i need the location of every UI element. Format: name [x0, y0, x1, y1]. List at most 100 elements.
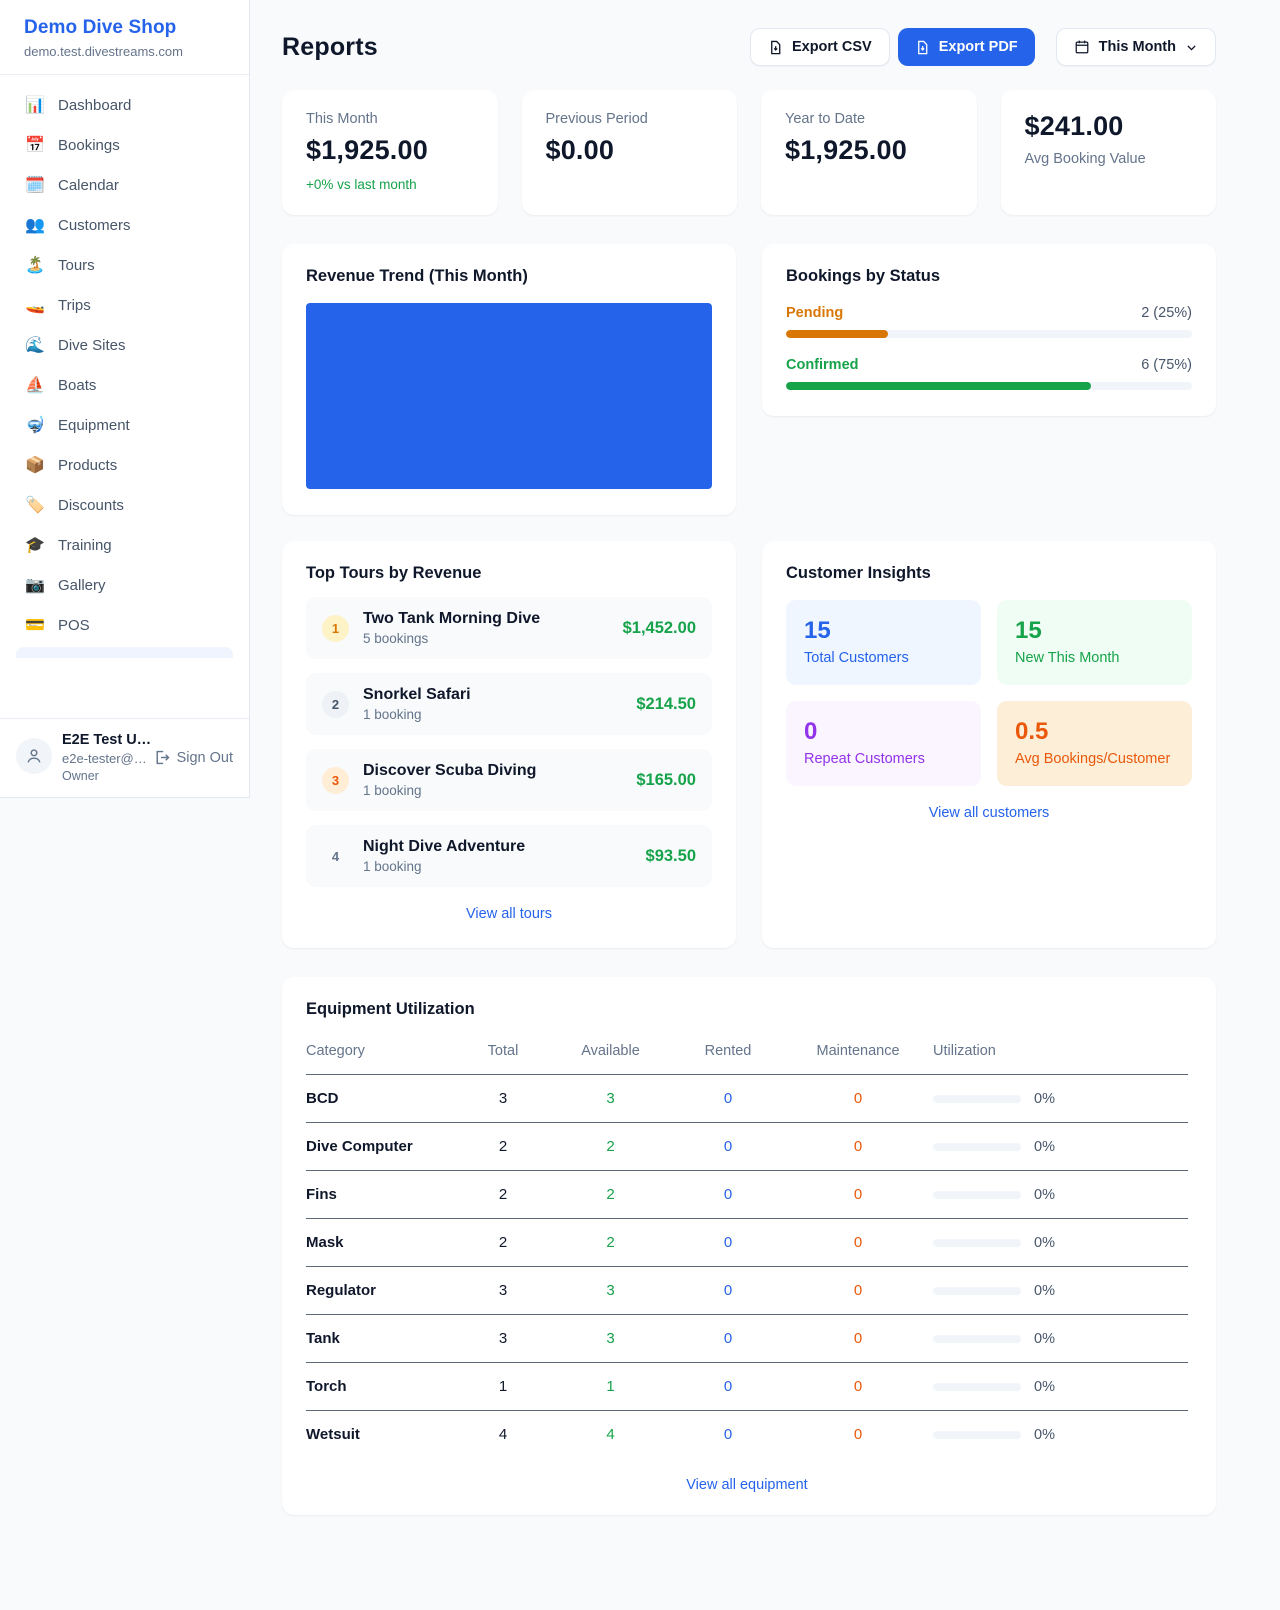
stat-value: $1,925.00 [785, 135, 953, 166]
customer-insights-card: Customer Insights 15 Total Customers 15 … [762, 541, 1216, 948]
sidebar-item-gallery[interactable]: 📷 Gallery [12, 565, 237, 605]
export-pdf-button[interactable]: Export PDF [898, 28, 1035, 66]
view-all-customers-link[interactable]: View all customers [786, 805, 1192, 821]
equipment-icon: 🤿 [25, 415, 45, 435]
tour-revenue: $1,452.00 [623, 619, 696, 638]
status-count: 2 (25%) [1141, 305, 1192, 321]
insight-label: New This Month [1015, 650, 1174, 666]
view-all-equipment-link[interactable]: View all equipment [306, 1477, 1188, 1493]
sidebar-item-bookings[interactable]: 📅 Bookings [12, 125, 237, 165]
trips-icon: 🚤 [25, 295, 45, 315]
equipment-rented: 0 [673, 1219, 783, 1267]
sidebar-item-label: Boats [58, 377, 96, 394]
utilization-bar-track [933, 1143, 1021, 1151]
utilization-percent: 0% [1034, 1379, 1055, 1395]
tours-icon: 🏝️ [25, 255, 45, 275]
sidebar-item-label: Customers [58, 217, 131, 234]
utilization-bar-track [933, 1191, 1021, 1199]
tour-name: Night Dive Adventure [363, 838, 525, 855]
sidebar-item-label: POS [58, 617, 90, 634]
insight-label: Avg Bookings/Customer [1015, 751, 1174, 767]
insight-value: 15 [804, 617, 963, 645]
sidebar-item-dive-sites[interactable]: 🌊 Dive Sites [12, 325, 237, 365]
sidebar-item-pos[interactable]: 💳 POS [12, 605, 237, 645]
utilization-percent: 0% [1034, 1187, 1055, 1203]
equipment-category: Regulator [306, 1267, 458, 1315]
equipment-maintenance: 0 [783, 1267, 933, 1315]
table-row: Torch 1 1 0 0 0% [306, 1363, 1188, 1411]
rank-badge: 3 [322, 767, 349, 794]
rank-badge: 4 [322, 843, 349, 870]
sidebar-item-label: Trips [58, 297, 91, 314]
equipment-maintenance: 0 [783, 1315, 933, 1363]
equipment-category: Dive Computer [306, 1123, 458, 1171]
insights-row: Top Tours by Revenue 1 Two Tank Morning … [282, 541, 1216, 948]
header-actions: Export CSV Export PDF This Month [750, 28, 1216, 66]
tour-bookings: 5 bookings [363, 631, 609, 646]
sidebar-item-boats[interactable]: ⛵ Boats [12, 365, 237, 405]
sidebar-item-equipment[interactable]: 🤿 Equipment [12, 405, 237, 445]
insight-label: Repeat Customers [804, 751, 963, 767]
insight-value: 0.5 [1015, 718, 1174, 746]
sidebar-item-customers[interactable]: 👥 Customers [12, 205, 237, 245]
insight-tile-avg-bookings: 0.5 Avg Bookings/Customer [997, 701, 1192, 786]
sidebar-column: Demo Dive Shop demo.test.divestreams.com… [0, 0, 250, 798]
equipment-available: 3 [548, 1267, 673, 1315]
calendar-icon: 🗓️ [25, 175, 45, 195]
dashboard-icon: 📊 [25, 95, 45, 115]
sidebar-item-label: Equipment [58, 417, 130, 434]
sidebar-item-calendar[interactable]: 🗓️ Calendar [12, 165, 237, 205]
equipment-rented: 0 [673, 1411, 783, 1459]
sidebar-item-trips[interactable]: 🚤 Trips [12, 285, 237, 325]
insight-tile-total-customers: 15 Total Customers [786, 600, 981, 685]
equipment-utilization-title: Equipment Utilization [306, 1000, 1188, 1019]
revenue-trend-chart [306, 303, 712, 489]
insight-value: 0 [804, 718, 963, 746]
stat-label: Avg Booking Value [1025, 151, 1193, 167]
equipment-available: 2 [548, 1219, 673, 1267]
export-csv-button[interactable]: Export CSV [750, 28, 890, 66]
tour-bookings: 1 booking [363, 707, 622, 722]
sidebar-item-tours[interactable]: 🏝️ Tours [12, 245, 237, 285]
utilization-percent: 0% [1034, 1331, 1055, 1347]
avatar [16, 738, 52, 774]
status-count: 6 (75%) [1141, 357, 1192, 373]
equipment-category: BCD [306, 1075, 458, 1123]
equipment-total: 3 [458, 1267, 548, 1315]
customer-insights-title: Customer Insights [786, 564, 1192, 583]
insight-tiles: 15 Total Customers 15 New This Month 0 R… [786, 600, 1192, 786]
equipment-maintenance: 0 [783, 1219, 933, 1267]
dive-sites-icon: 🌊 [25, 335, 45, 355]
sidebar-item-label: Training [58, 537, 112, 554]
tour-row: 1 Two Tank Morning Dive 5 bookings $1,45… [306, 597, 712, 659]
sidebar-item-dashboard[interactable]: 📊 Dashboard [12, 85, 237, 125]
status-bar-track [786, 382, 1192, 390]
table-row: Dive Computer 2 2 0 0 0% [306, 1123, 1188, 1171]
top-tours-card: Top Tours by Revenue 1 Two Tank Morning … [282, 541, 736, 948]
sign-out-button[interactable]: Sign Out [153, 732, 233, 766]
sidebar-item-training[interactable]: 🎓 Training [12, 525, 237, 565]
status-bar-fill [786, 330, 888, 338]
equipment-total: 1 [458, 1363, 548, 1411]
equipment-category: Mask [306, 1219, 458, 1267]
stat-label: Year to Date [785, 111, 953, 127]
bookings-by-status-card: Bookings by Status Pending 2 (25%) Confi… [762, 244, 1216, 416]
sidebar-item-reports-partial[interactable] [16, 647, 233, 658]
tour-revenue: $214.50 [636, 695, 696, 714]
bookings-by-status-title: Bookings by Status [786, 267, 1192, 286]
sidebar-item-products[interactable]: 📦 Products [12, 445, 237, 485]
equipment-total: 2 [458, 1123, 548, 1171]
tour-name: Snorkel Safari [363, 686, 471, 703]
equipment-total: 2 [458, 1219, 548, 1267]
stat-label: This Month [306, 111, 474, 127]
equipment-available: 3 [548, 1075, 673, 1123]
sidebar-item-label: Calendar [58, 177, 119, 194]
shop-domain: demo.test.divestreams.com [24, 44, 225, 59]
period-select-button[interactable]: This Month [1056, 28, 1216, 66]
user-name: E2E Test U… [62, 732, 143, 748]
sidebar-item-discounts[interactable]: 🏷️ Discounts [12, 485, 237, 525]
equipment-category: Fins [306, 1171, 458, 1219]
view-all-tours-link[interactable]: View all tours [306, 906, 712, 922]
sign-out-label: Sign Out [177, 750, 233, 766]
tour-name: Discover Scuba Diving [363, 762, 536, 779]
